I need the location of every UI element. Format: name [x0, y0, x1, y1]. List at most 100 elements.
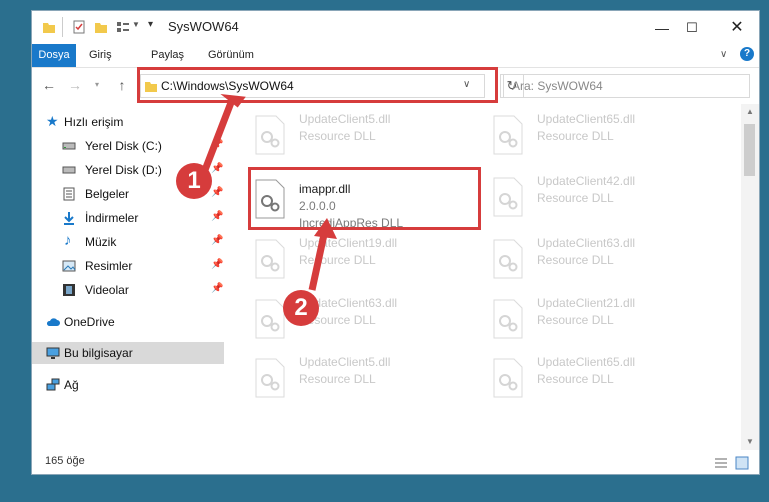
- list-item[interactable]: UpdateClient5.dll Resource DLL: [232, 109, 462, 163]
- file-type: Resource DLL: [299, 253, 376, 267]
- dll-file-icon: [493, 358, 523, 398]
- dropdown-arrow-icon[interactable]: ▼: [132, 20, 140, 29]
- folder-icon: [43, 23, 55, 33]
- star-icon: ★: [46, 113, 59, 129]
- sidebar-item-label: Hızlı erişim: [64, 115, 124, 129]
- pin-icon[interactable]: 📌: [211, 259, 223, 270]
- scroll-up-icon[interactable]: ▲: [745, 107, 755, 116]
- dll-file-icon: [493, 177, 523, 217]
- list-item[interactable]: UpdateClient65.dll Resource DLL: [470, 352, 700, 406]
- recent-locations-icon[interactable]: ▾: [87, 75, 107, 95]
- file-name: UpdateClient5.dll: [299, 112, 391, 126]
- download-icon: [64, 212, 74, 225]
- dll-file-icon: [255, 239, 285, 279]
- sidebar-item-network[interactable]: Ağ: [32, 374, 224, 396]
- search-box[interactable]: Ara: SysWOW64: [503, 74, 750, 98]
- new-folder-icon[interactable]: [94, 20, 108, 34]
- pin-icon[interactable]: 📌: [211, 187, 223, 198]
- sidebar-item-onedrive[interactable]: OneDrive: [32, 311, 224, 333]
- pictures-icon: [62, 260, 76, 272]
- window-title: SysWOW64: [168, 19, 239, 34]
- step-badge-2: 2: [283, 290, 319, 326]
- properties-icon[interactable]: [72, 20, 86, 34]
- documents-icon: [63, 187, 75, 201]
- item-count: 165 öğe: [45, 455, 85, 467]
- file-name: UpdateClient65.dll: [537, 112, 636, 126]
- file-type: Resource DLL: [299, 372, 376, 386]
- pin-icon[interactable]: 📌: [211, 163, 223, 174]
- list-item[interactable]: UpdateClient65.dll Resource DLL: [470, 109, 700, 163]
- file-name: UpdateClient42.dll: [537, 174, 636, 188]
- file-list: UpdateClient5.dll Resource DLL UpdateCli…: [232, 104, 742, 449]
- file-name: UpdateClient19.dll: [299, 236, 398, 250]
- sidebar-item-music[interactable]: ♪ Müzik 📌: [32, 231, 224, 253]
- tab-view[interactable]: Görünüm: [208, 44, 254, 67]
- dll-file-icon: [493, 239, 523, 279]
- sidebar-item-label: Yerel Disk (D:): [85, 163, 162, 177]
- sidebar-item-label: Ağ: [64, 378, 79, 392]
- pin-icon[interactable]: 📌: [211, 139, 223, 150]
- dll-file-icon: [255, 115, 285, 155]
- file-name: UpdateClient21.dll: [537, 296, 636, 310]
- tab-home[interactable]: Giriş: [89, 44, 112, 67]
- large-icons-view-icon[interactable]: [735, 456, 749, 470]
- view-options-icon[interactable]: [116, 20, 130, 34]
- scroll-down-icon[interactable]: ▼: [745, 437, 755, 446]
- cloud-icon: [46, 318, 60, 326]
- file-type: Resource DLL: [537, 372, 614, 386]
- up-button[interactable]: ↑: [112, 75, 132, 95]
- sidebar-item-pictures[interactable]: Resimler 📌: [32, 255, 224, 277]
- list-item[interactable]: UpdateClient19.dll Resource DLL: [232, 233, 462, 287]
- dll-file-icon: [255, 299, 285, 339]
- ribbon-tabs: Dosya Giriş Paylaş Görünüm ∨ ?: [32, 44, 759, 68]
- drive-icon: [62, 166, 76, 174]
- help-icon[interactable]: ?: [740, 47, 754, 61]
- sidebar-item-downloads[interactable]: İndirmeler 📌: [32, 207, 224, 229]
- list-item[interactable]: UpdateClient63.dll Resource DLL: [470, 233, 700, 287]
- sidebar-item-videos[interactable]: Videolar 📌: [32, 279, 224, 301]
- sidebar-item-label: OneDrive: [64, 315, 115, 329]
- sidebar-item-this-pc[interactable]: Bu bilgisayar: [32, 342, 224, 364]
- tab-file[interactable]: Dosya: [32, 44, 76, 67]
- list-item[interactable]: UpdateClient5.dll Resource DLL: [232, 352, 462, 406]
- navigation-pane: ★ Hızlı erişim Yerel Disk (C:) 📌 Yerel D…: [32, 109, 228, 444]
- dll-file-icon: [493, 115, 523, 155]
- sidebar-item-label: Yerel Disk (C:): [85, 139, 162, 153]
- file-name: UpdateClient5.dll: [299, 355, 391, 369]
- file-type: Resource DLL: [299, 129, 376, 143]
- sidebar-item-quick-access[interactable]: ★ Hızlı erişim: [32, 111, 224, 133]
- forward-button[interactable]: →: [65, 75, 85, 95]
- expand-ribbon-icon[interactable]: ∨: [720, 49, 727, 60]
- file-name: UpdateClient65.dll: [537, 355, 636, 369]
- pin-icon[interactable]: 📌: [211, 235, 223, 246]
- customize-qat-icon[interactable]: ▾: [148, 19, 153, 30]
- sidebar-item-label: Belgeler: [85, 187, 130, 201]
- title-bar: ▼ ▾ SysWOW64 — ☐ ✕: [32, 11, 759, 44]
- sidebar-item-label: İndirmeler: [85, 211, 139, 225]
- file-type: Resource DLL: [537, 313, 614, 327]
- dll-file-icon: [493, 299, 523, 339]
- file-type: Resource DLL: [537, 253, 614, 267]
- sidebar-item-label: Resimler: [85, 259, 133, 273]
- scrollbar-thumb[interactable]: [744, 124, 755, 176]
- dll-file-icon: [255, 358, 285, 398]
- list-item[interactable]: UpdateClient63.dll Resource DLL: [232, 293, 462, 347]
- network-icon: [46, 378, 60, 391]
- sidebar-item-label: Bu bilgisayar: [64, 346, 133, 360]
- list-item[interactable]: UpdateClient42.dll Resource DLL: [470, 171, 700, 225]
- vertical-scrollbar[interactable]: ▲ ▼: [741, 104, 759, 450]
- sidebar-item-label: Videolar: [85, 283, 129, 297]
- file-type: Resource DLL: [537, 191, 614, 205]
- list-item[interactable]: UpdateClient21.dll Resource DLL: [470, 293, 700, 347]
- maximize-button[interactable]: ☐: [672, 14, 712, 42]
- close-button[interactable]: ✕: [717, 14, 757, 42]
- pin-icon[interactable]: 📌: [211, 211, 223, 222]
- tab-share[interactable]: Paylaş: [151, 44, 184, 67]
- videos-icon: [63, 284, 75, 296]
- pin-icon[interactable]: 📌: [211, 283, 223, 294]
- file-name: UpdateClient63.dll: [537, 236, 636, 250]
- file-highlight-box: [248, 167, 481, 230]
- details-view-icon[interactable]: [714, 456, 728, 470]
- sidebar-item-drive-c[interactable]: Yerel Disk (C:) 📌: [32, 135, 224, 157]
- back-button[interactable]: ←: [39, 75, 59, 95]
